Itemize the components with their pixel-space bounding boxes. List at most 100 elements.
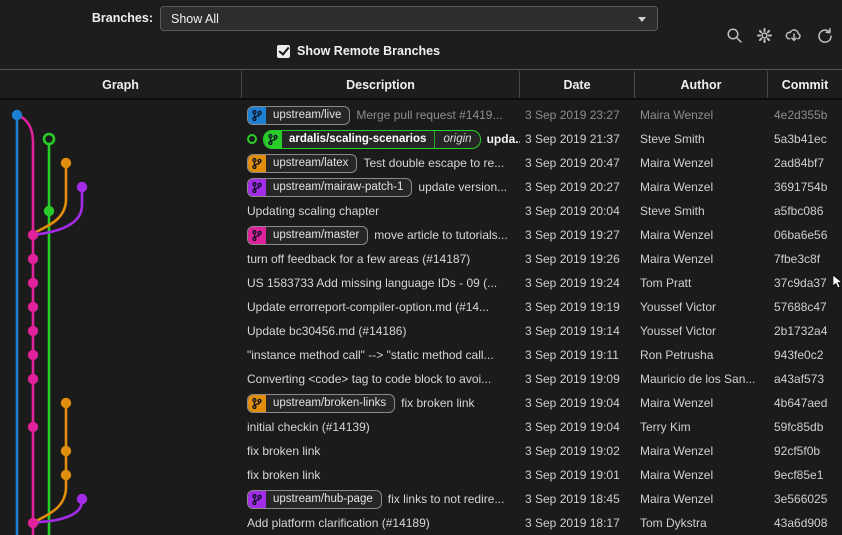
commit-hash: 3691754b xyxy=(768,175,842,199)
commit-date: 3 Sep 2019 19:19 xyxy=(520,295,635,319)
graph-cell xyxy=(0,151,242,175)
commit-message: US 1583733 Add missing language IDs - 09… xyxy=(247,276,497,290)
table-row[interactable]: initial checkin (#14139) 3 Sep 2019 19:0… xyxy=(0,415,842,439)
commit-date: 3 Sep 2019 23:27 xyxy=(520,103,635,127)
branch-label[interactable]: upstream/live xyxy=(247,106,350,125)
graph-cell xyxy=(0,223,242,247)
current-branch-ring-icon xyxy=(247,134,257,144)
table-row[interactable]: Update errorreport-compiler-option.md (#… xyxy=(0,295,842,319)
search-icon[interactable] xyxy=(725,26,743,44)
commit-hash: a43af573 xyxy=(768,367,842,391)
description-cell: fix broken link xyxy=(242,439,520,463)
commit-author: Terry Kim xyxy=(635,415,768,439)
graph-cell xyxy=(0,511,242,535)
header-description[interactable]: Description xyxy=(242,71,520,98)
description-cell: Updating scaling chapter xyxy=(242,199,520,223)
commit-hash: 2ad84bf7 xyxy=(768,151,842,175)
table-row[interactable]: fix broken link 3 Sep 2019 19:02 Maira W… xyxy=(0,439,842,463)
commit-hash: 92cf5f0b xyxy=(768,439,842,463)
description-cell: turn off feedback for a few areas (#1418… xyxy=(242,247,520,271)
branches-dropdown-value: Show All xyxy=(171,12,219,26)
commit-author: Ron Petrusha xyxy=(635,343,768,367)
description-cell: Converting <code> tag to code block to a… xyxy=(242,367,520,391)
table-row[interactable]: fix broken link 3 Sep 2019 19:01 Maira W… xyxy=(0,463,842,487)
branch-name: upstream/broken-links xyxy=(266,395,394,412)
commit-date: 3 Sep 2019 19:14 xyxy=(520,319,635,343)
commit-hash: 06ba6e56 xyxy=(768,223,842,247)
table-row[interactable]: upstream/mairaw-patch-1update version...… xyxy=(0,175,842,199)
header-commit[interactable]: Commit xyxy=(768,71,842,98)
commit-date: 3 Sep 2019 19:09 xyxy=(520,367,635,391)
graph-cell xyxy=(0,127,242,151)
branch-name: upstream/mairaw-patch-1 xyxy=(266,179,411,196)
table-body: upstream/liveMerge pull request #1419...… xyxy=(0,103,842,535)
branch-icon xyxy=(248,227,266,244)
commit-author: Maira Wenzel xyxy=(635,487,768,511)
table-row[interactable]: upstream/hub-page fix links to not redire… xyxy=(0,487,842,511)
show-remote-branches-checkbox[interactable] xyxy=(277,45,290,58)
table-row[interactable]: Update bc30456.md (#14186) 3 Sep 2019 19… xyxy=(0,319,842,343)
table-row[interactable]: upstream/broken-linksfix broken link 3 S… xyxy=(0,391,842,415)
commit-author: Maira Wenzel xyxy=(635,223,768,247)
table-header: Graph Description Date Author Commit xyxy=(0,71,842,100)
commit-author: Tom Pratt xyxy=(635,271,768,295)
graph-cell xyxy=(0,487,242,511)
branch-label[interactable]: upstream/mairaw-patch-1 xyxy=(247,178,412,197)
table-row[interactable]: upstream/latexTest double escape to re..… xyxy=(0,151,842,175)
commit-history-window: Branches: Show All Show Remote Branches xyxy=(0,0,842,535)
branch-label[interactable]: ardalis/scaling-scenariosorigin xyxy=(263,130,481,149)
description-cell: upstream/latexTest double escape to re..… xyxy=(242,151,520,175)
branch-icon xyxy=(248,107,266,124)
show-remote-branches-label: Show Remote Branches xyxy=(297,44,440,58)
header-graph[interactable]: Graph xyxy=(0,71,242,98)
branch-label[interactable]: upstream/master xyxy=(247,226,368,245)
commit-message: Update errorreport-compiler-option.md (#… xyxy=(247,300,489,314)
graph-cell xyxy=(0,295,242,319)
commit-message: fix links to not redire... xyxy=(388,492,505,506)
branch-label[interactable]: upstream/hub-page xyxy=(247,490,382,509)
commit-message: fix broken link xyxy=(247,444,320,458)
table-row[interactable]: Converting <code> tag to code block to a… xyxy=(0,367,842,391)
table-row[interactable]: turn off feedback for a few areas (#1418… xyxy=(0,247,842,271)
branch-label[interactable]: upstream/latex xyxy=(247,154,357,173)
branches-dropdown[interactable]: Show All xyxy=(160,6,658,31)
description-cell: Add platform clarification (#14189) xyxy=(242,511,520,535)
commit-date: 3 Sep 2019 20:47 xyxy=(520,151,635,175)
description-cell: initial checkin (#14139) xyxy=(242,415,520,439)
commit-date: 3 Sep 2019 19:01 xyxy=(520,463,635,487)
table-row[interactable]: upstream/liveMerge pull request #1419...… xyxy=(0,103,842,127)
table-row[interactable]: Add platform clarification (#14189) 3 Se… xyxy=(0,511,842,535)
commit-hash: 43a6d908 xyxy=(768,511,842,535)
commit-author: Maira Wenzel xyxy=(635,247,768,271)
table-row[interactable]: US 1583733 Add missing language IDs - 09… xyxy=(0,271,842,295)
commit-hash: 3e566025 xyxy=(768,487,842,511)
table-row[interactable]: ardalis/scaling-scenariosoriginupda... 3… xyxy=(0,127,842,151)
header-date[interactable]: Date xyxy=(520,71,635,98)
commit-author: Tom Dykstra xyxy=(635,511,768,535)
description-cell: fix broken link xyxy=(242,463,520,487)
remote-name: origin xyxy=(435,131,479,148)
table-row[interactable]: Updating scaling chapter 3 Sep 2019 20:0… xyxy=(0,199,842,223)
graph-cell xyxy=(0,367,242,391)
table-row[interactable]: upstream/master move article to tutorials… xyxy=(0,223,842,247)
commit-date: 3 Sep 2019 20:27 xyxy=(520,175,635,199)
graph-cell xyxy=(0,439,242,463)
description-cell: upstream/master move article to tutorials… xyxy=(242,223,520,247)
branch-label[interactable]: upstream/broken-links xyxy=(247,394,395,413)
table-row[interactable]: "instance method call" --> "static metho… xyxy=(0,343,842,367)
commit-message: initial checkin (#14139) xyxy=(247,420,370,434)
graph-cell xyxy=(0,319,242,343)
commit-message: Add platform clarification (#14189) xyxy=(247,516,430,530)
commit-message: move article to tutorials... xyxy=(374,228,507,242)
cloud-download-icon[interactable] xyxy=(785,26,803,44)
toolbar: Branches: Show All Show Remote Branches xyxy=(0,0,842,70)
graph-cell xyxy=(0,271,242,295)
header-author[interactable]: Author xyxy=(635,71,768,98)
refresh-icon[interactable] xyxy=(815,26,833,44)
gear-icon[interactable] xyxy=(755,26,773,44)
branch-icon xyxy=(248,491,266,508)
graph-cell xyxy=(0,103,242,127)
commit-author: Maira Wenzel xyxy=(635,391,768,415)
commit-author: Maira Wenzel xyxy=(635,103,768,127)
description-cell: upstream/liveMerge pull request #1419... xyxy=(242,103,520,127)
